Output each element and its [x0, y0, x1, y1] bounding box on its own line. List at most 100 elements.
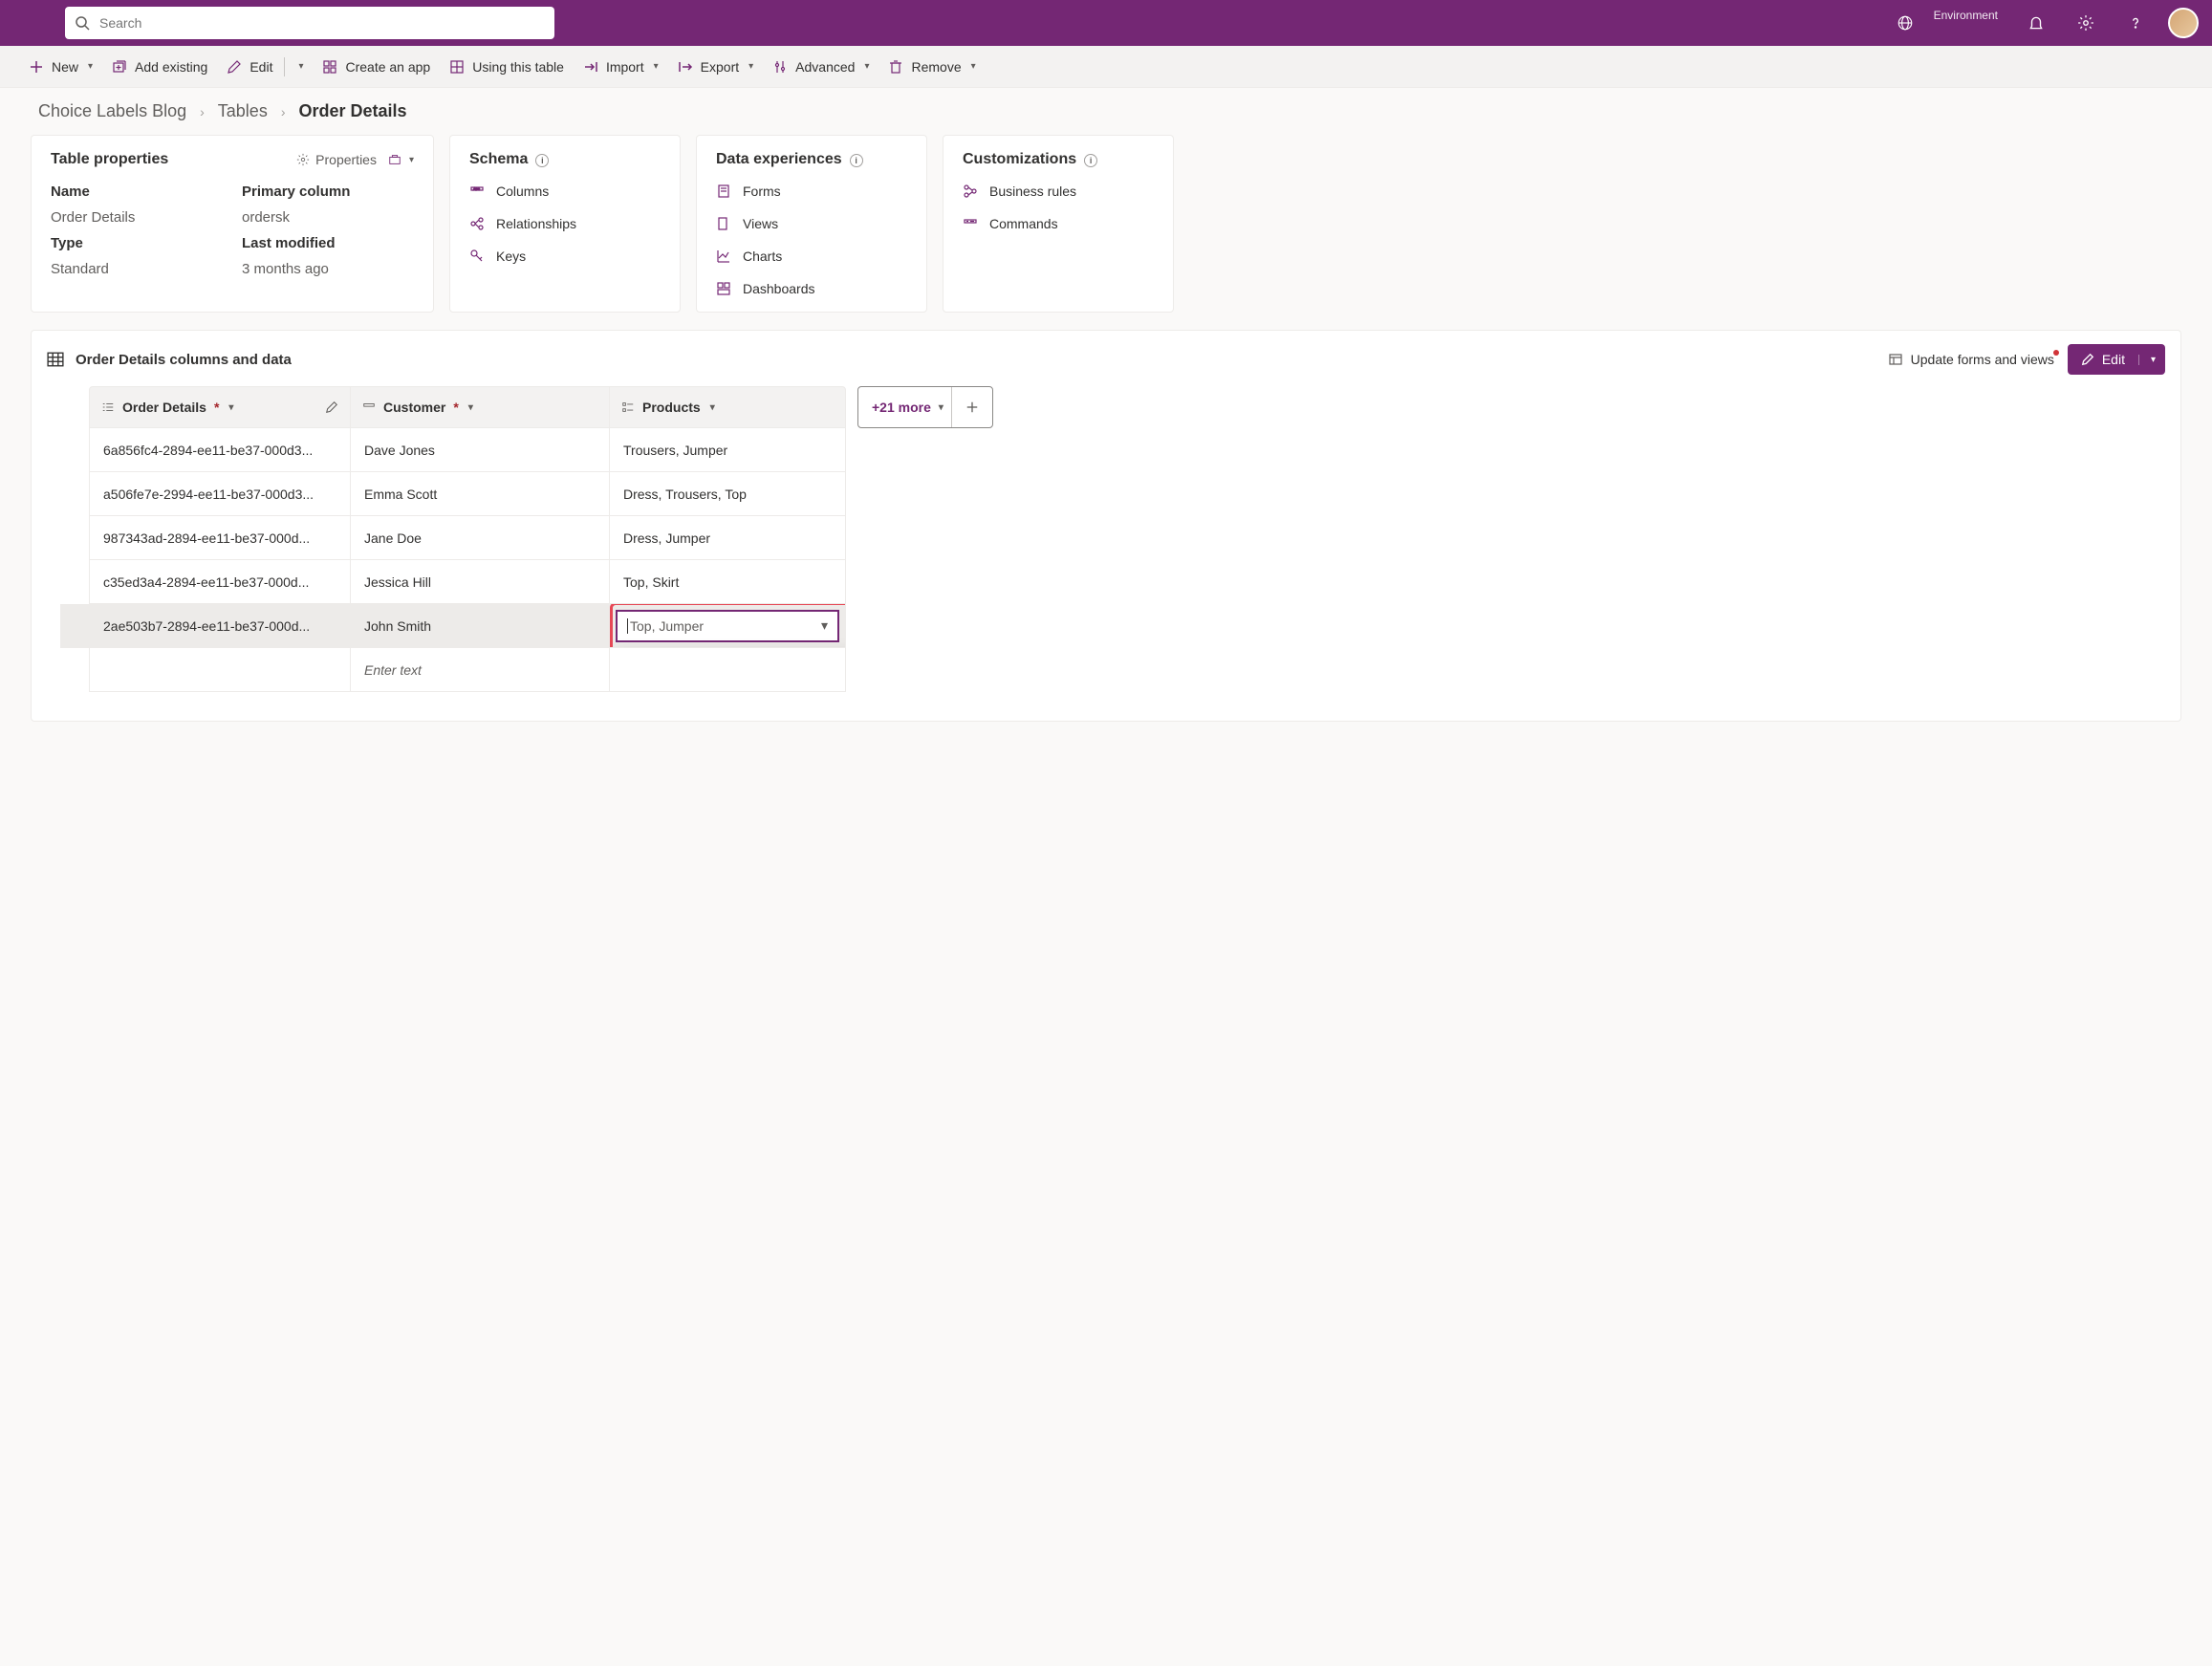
dropdown-highlight-annotation: DressTrousersTopSkirtJumper — [610, 604, 846, 648]
column-label: Order Details — [122, 400, 206, 415]
breadcrumb: Choice Labels Blog › Tables › Order Deta… — [0, 88, 2212, 135]
add-column-button[interactable] — [951, 387, 992, 427]
keys-link[interactable]: Keys — [469, 249, 661, 264]
data-grid-section: Order Details columns and data Update fo… — [31, 330, 2181, 722]
environment-icon[interactable] — [1884, 0, 1926, 46]
views-link[interactable]: Views — [716, 216, 907, 231]
import-label: Import — [606, 59, 644, 75]
update-forms-views-link[interactable]: Update forms and views — [1888, 352, 2054, 367]
table-row[interactable]: a506fe7e-2994-ee11-be37-000d3...Emma Sco… — [89, 472, 2180, 516]
cell-order-id[interactable]: 2ae503b7-2894-ee11-be37-000d... — [89, 604, 351, 648]
column-header-order[interactable]: Order Details*▾ — [89, 386, 351, 428]
sliders-icon — [772, 59, 788, 75]
commands-icon — [963, 216, 978, 231]
notification-dot-icon — [2053, 350, 2059, 356]
info-icon[interactable]: i — [535, 154, 549, 167]
cell-empty[interactable] — [609, 648, 846, 692]
create-app-label: Create an app — [345, 59, 430, 75]
pencil-icon[interactable] — [325, 400, 338, 414]
table-row[interactable]: 987343ad-2894-ee11-be37-000d...Jane DoeD… — [89, 516, 2180, 560]
remove-label: Remove — [911, 59, 961, 75]
plus-icon — [29, 59, 44, 75]
cell-products[interactable]: Trousers, Jumper — [609, 428, 846, 472]
create-app-button[interactable]: Create an app — [313, 46, 440, 88]
cell-products[interactable]: Top, Skirt — [609, 560, 846, 604]
settings-icon[interactable] — [2065, 0, 2107, 46]
edit-dropdown[interactable]: ▾ — [287, 46, 313, 88]
required-indicator: * — [453, 400, 458, 415]
edit-dropdown-toggle[interactable]: ▾ — [2138, 355, 2165, 365]
prop-primary-label: Primary column — [242, 184, 414, 200]
cell-order-id[interactable]: 6a856fc4-2894-ee11-be37-000d3... — [89, 428, 351, 472]
edit-data-button[interactable]: Edit ▾ — [2068, 344, 2165, 375]
cell-enter-text[interactable]: Enter text — [350, 648, 610, 692]
tools-button[interactable]: ▾ — [388, 153, 414, 166]
search-input[interactable] — [99, 15, 545, 31]
link-label: Commands — [989, 216, 1058, 231]
commands-link[interactable]: Commands — [963, 216, 1154, 231]
chevron-down-icon: ▾ — [654, 61, 659, 72]
relationships-link[interactable]: Relationships — [469, 216, 661, 231]
breadcrumb-root[interactable]: Choice Labels Blog — [38, 101, 186, 121]
schema-card: Schemai AbcColumns Relationships Keys — [449, 135, 681, 313]
environment-label: Environment — [1934, 9, 1998, 22]
cell-customer[interactable]: Dave Jones — [350, 428, 610, 472]
cell-products[interactable]: Dress, Jumper — [609, 516, 846, 560]
cell-customer[interactable]: John Smith — [350, 604, 610, 648]
separator — [284, 57, 285, 76]
notifications-icon[interactable] — [2015, 0, 2057, 46]
column-label: Products — [642, 400, 701, 415]
svg-text:Abc: Abc — [473, 186, 480, 191]
chevron-down-icon: ▾ — [468, 402, 473, 413]
cell-products[interactable]: Top, Jumper▾DressTrousersTopSkirtJumper — [609, 604, 846, 648]
edit-button[interactable]: Edit — [217, 46, 282, 88]
breadcrumb-tables[interactable]: Tables — [218, 101, 268, 121]
pencil-icon — [227, 59, 242, 75]
table-row[interactable]: 2ae503b7-2894-ee11-be37-000d...John Smit… — [89, 604, 2180, 648]
app-topbar: Environment — [0, 0, 2212, 46]
cell-customer[interactable]: Jane Doe — [350, 516, 610, 560]
view-icon — [716, 216, 731, 231]
column-header-customer[interactable]: Customer*▾ — [350, 386, 610, 428]
add-existing-icon — [112, 59, 127, 75]
user-avatar[interactable] — [2168, 8, 2199, 38]
forms-link[interactable]: Forms — [716, 184, 907, 199]
breadcrumb-current: Order Details — [298, 101, 406, 121]
properties-link[interactable]: Properties — [296, 152, 377, 167]
info-icon[interactable]: i — [1084, 154, 1097, 167]
cell-order-id[interactable]: c35ed3a4-2894-ee11-be37-000d... — [89, 560, 351, 604]
remove-button[interactable]: Remove▾ — [878, 46, 985, 88]
more-columns-label: +21 more — [872, 400, 931, 415]
using-table-button[interactable]: Using this table — [440, 46, 574, 88]
business-rules-link[interactable]: Business rules — [963, 184, 1154, 199]
dashboards-link[interactable]: Dashboards — [716, 281, 907, 296]
export-button[interactable]: Export▾ — [668, 46, 764, 88]
more-columns-button[interactable]: +21 more ▾ — [858, 400, 951, 415]
card-title: Customizationsi — [963, 151, 1097, 168]
cell-customer[interactable]: Emma Scott — [350, 472, 610, 516]
cell-empty[interactable] — [89, 648, 351, 692]
columns-link[interactable]: AbcColumns — [469, 184, 661, 199]
new-row-placeholder[interactable]: Enter text — [89, 648, 2180, 692]
card-title: Data experiencesi — [716, 151, 863, 168]
new-button[interactable]: New▾ — [19, 46, 102, 88]
cell-products[interactable]: Dress, Trousers, Top — [609, 472, 846, 516]
toolbox-icon — [388, 153, 401, 166]
import-button[interactable]: Import ▾ — [574, 46, 668, 88]
help-icon[interactable] — [2114, 0, 2157, 46]
column-header-products[interactable]: Products▾ — [609, 386, 846, 428]
chart-icon — [716, 249, 731, 264]
cell-order-id[interactable]: a506fe7e-2994-ee11-be37-000d3... — [89, 472, 351, 516]
info-icon[interactable]: i — [850, 154, 863, 167]
update-link-label: Update forms and views — [1911, 352, 2054, 367]
add-existing-button[interactable]: Add existing — [102, 46, 217, 88]
charts-link[interactable]: Charts — [716, 249, 907, 264]
cell-order-id[interactable]: 987343ad-2894-ee11-be37-000d... — [89, 516, 351, 560]
rules-icon — [963, 184, 978, 199]
cell-customer[interactable]: Jessica Hill — [350, 560, 610, 604]
global-search[interactable] — [65, 7, 554, 39]
table-row[interactable]: 6a856fc4-2894-ee11-be37-000d3...Dave Jon… — [89, 428, 2180, 472]
advanced-button[interactable]: Advanced▾ — [763, 46, 878, 88]
table-row[interactable]: c35ed3a4-2894-ee11-be37-000d...Jessica H… — [89, 560, 2180, 604]
card-title: Table properties — [51, 151, 168, 168]
